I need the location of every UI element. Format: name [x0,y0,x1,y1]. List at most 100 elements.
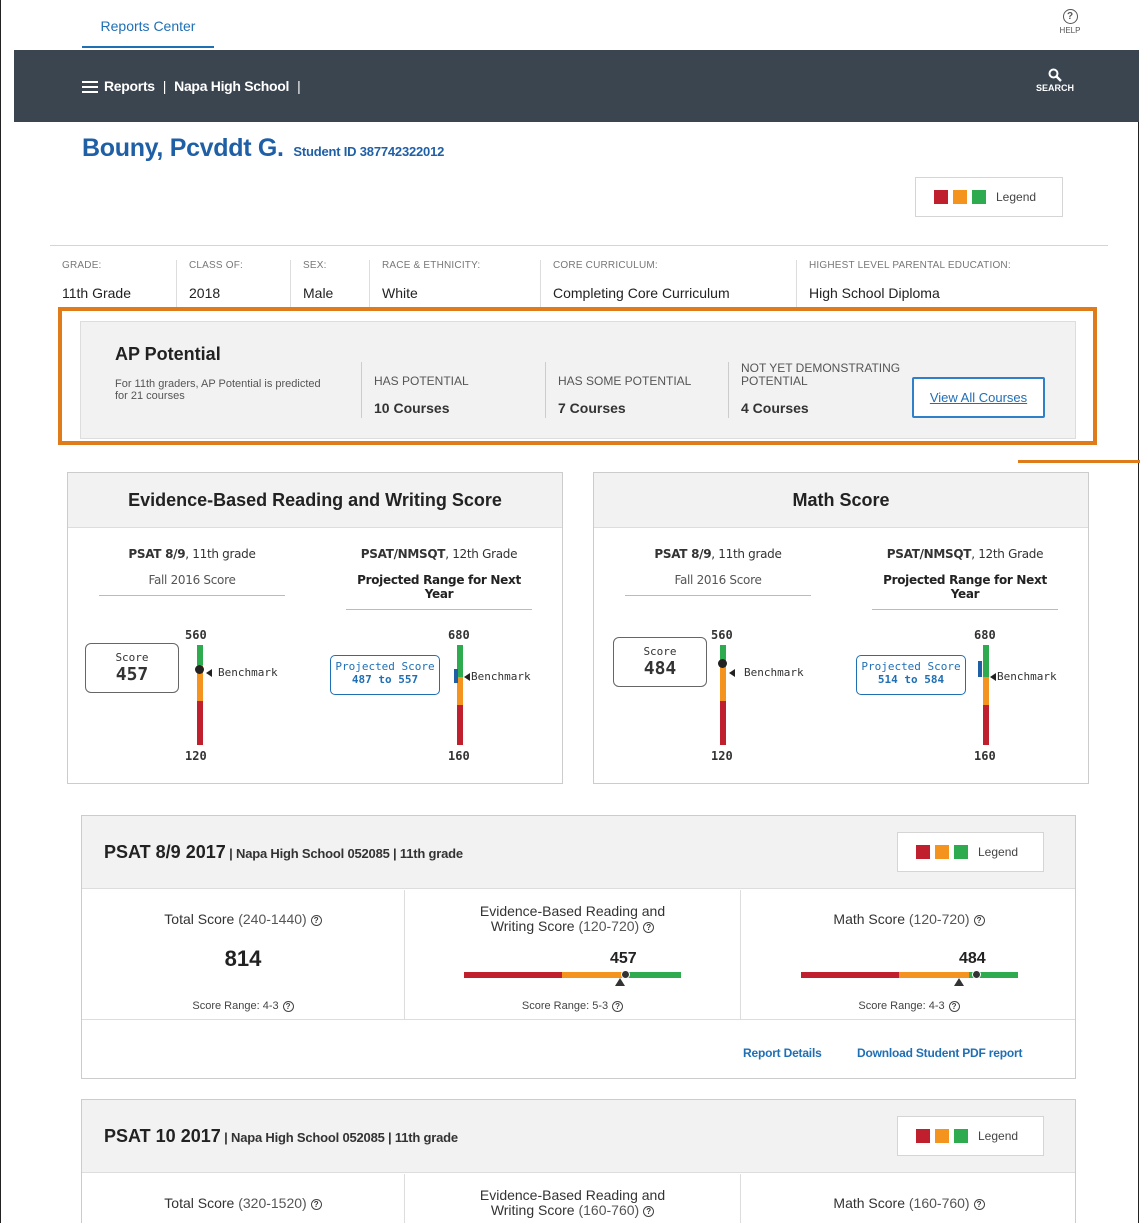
help-icon: ? [1062,9,1078,24]
info-icon[interactable]: ? [948,1000,960,1012]
demo-key: HIGHEST LEVEL PARENTAL EDUCATION: [809,260,1011,271]
gauge-top-label: 560 [711,628,733,642]
benchmark-pointer [990,673,996,681]
window-frame-left [0,0,1,1223]
demo-value: 2018 [189,285,221,301]
benchmark-pointer [206,669,212,677]
panel-title: PSAT 10 2017 | Napa High School 052085 |… [104,1126,458,1146]
math-score-value: 484 [959,950,986,967]
help-button[interactable]: ? HELP [1050,6,1090,35]
test-name: PSAT 8/9 [654,547,712,561]
benchmark-label: Benchmark [997,670,1057,683]
hbar-green [624,972,681,978]
legend-label: Legend [978,845,1019,859]
info-icon[interactable]: ? [310,914,322,926]
info-icon[interactable]: ? [643,1205,655,1217]
benchmark-pointer [464,673,470,681]
math-score-label: Math Score (120-720)? [741,912,1077,927]
score-range: Score Range: 5-3? [405,1000,740,1012]
score-label: Score [643,645,677,658]
panel-footer: Report Details Download Student PDF repo… [82,1019,1075,1079]
total-score-column: Total Score (240-1440)? 814 Score Range:… [82,890,404,1020]
total-score-column: Total Score (320-1520)? [82,1174,404,1223]
left-column-header: PSAT 8/9, 11th grade Fall 2016 Score [99,547,285,596]
demo-value: Completing Core Curriculum [553,285,730,301]
score-card-title: Math Score [594,473,1088,528]
gauge-top-label: 680 [974,628,996,642]
test-grade: , 11th grade [711,547,782,561]
legend-red-swatch [934,190,948,204]
right-column-header: PSAT/NMSQT, 12th Grade Projected Range f… [346,547,532,610]
legend-button[interactable]: Legend [897,832,1044,872]
gauge-bottom-label: 160 [974,749,996,763]
ebrw-score-label: Evidence-Based Reading and Writing Score … [479,1187,666,1218]
demo-sex: SEX: Male [290,260,368,308]
download-pdf-link[interactable]: Download Student PDF report [857,1046,1022,1060]
score-range: Score Range: 4-3? [82,1000,404,1012]
info-icon[interactable]: ? [973,1198,985,1210]
left-column-header: PSAT 8/9, 11th grade Fall 2016 Score [625,547,811,596]
score-marker [195,665,204,674]
tab-reports-center[interactable]: Reports Center [82,0,214,48]
projected-range-marker [454,669,458,683]
legend-button[interactable]: Legend [897,1116,1044,1156]
ebrw-score-card: Evidence-Based Reading and Writing Score… [67,472,563,784]
info-icon[interactable]: ? [310,1198,322,1210]
breadcrumb: Reports | Napa High School | [104,78,301,94]
gauge-red [983,705,989,745]
ap-highlight-box [58,307,1097,445]
breadcrumb-school[interactable]: Napa High School [174,78,289,94]
demo-core-curriculum: CORE CURRICULUM: Completing Core Curricu… [540,260,795,308]
demo-race: RACE & ETHNICITY: White [369,260,539,308]
legend-green-swatch [954,845,968,859]
legend-orange-swatch [935,845,949,859]
info-icon[interactable]: ? [643,921,655,933]
demo-key: GRADE: [62,260,102,271]
psat10-2017-panel: PSAT 10 2017 | Napa High School 052085 |… [81,1099,1076,1223]
score-label: Score [115,651,149,664]
search-label: SEARCH [1035,83,1074,93]
menu-icon[interactable] [82,81,98,93]
gauge-orange [720,665,726,701]
info-icon[interactable]: ? [282,1000,294,1012]
hbar-red [801,972,899,978]
score-value: 484 [643,658,677,679]
test-name: PSAT/NMSQT [886,547,972,561]
panel-header: PSAT 8/9 2017 | Napa High School 052085 … [82,816,1075,889]
gauge-green [983,645,989,677]
demo-key: RACE & ETHNICITY: [382,260,481,271]
test-grade: , 12th Grade [971,547,1044,561]
info-icon[interactable]: ? [612,1000,624,1012]
ebrw-score-column: Evidence-Based Reading and Writing Score … [404,1174,740,1223]
psat89-2017-panel: PSAT 8/9 2017 | Napa High School 052085 … [81,815,1076,1079]
math-score-column: Math Score (160-760)? [740,1174,1077,1223]
demo-parental-education: HIGHEST LEVEL PARENTAL EDUCATION: High S… [796,260,1096,308]
demo-key: CORE CURRICULUM: [553,260,658,271]
search-button[interactable]: SEARCH [1032,68,1078,93]
legend-green-swatch [954,1129,968,1143]
test-grade: , 11th grade [185,547,256,561]
demo-value: 11th Grade [62,285,132,301]
top-bar: Reports Center ? HELP [14,0,1139,50]
test-sub: Fall 2016 Score [674,573,762,587]
total-score-label: Total Score (240-1440)? [82,912,404,927]
gauge-red [197,701,203,745]
ebrw-score-label: Evidence-Based Reading and Writing Score … [479,903,666,934]
hbar-red [464,972,562,978]
info-icon[interactable]: ? [973,914,985,926]
highlight-pointer-line [1018,460,1140,463]
panel-header: PSAT 10 2017 | Napa High School 052085 |… [82,1100,1075,1173]
legend-orange-swatch [953,190,967,204]
legend-button[interactable]: Legend [915,177,1063,217]
legend-red-swatch [916,1129,930,1143]
legend-orange-swatch [935,1129,949,1143]
projected-range-marker [978,661,982,677]
legend-green-swatch [972,190,986,204]
breadcrumb-reports[interactable]: Reports [104,78,155,94]
projected-label: Projected Score [861,660,961,673]
nav-bar: Reports | Napa High School | SEARCH [14,50,1139,122]
benchmark-pointer [729,669,735,677]
report-details-link[interactable]: Report Details [743,1046,822,1060]
benchmark-label: Benchmark [744,666,804,679]
student-name: Bouny, Pcvddt G. [82,134,284,162]
